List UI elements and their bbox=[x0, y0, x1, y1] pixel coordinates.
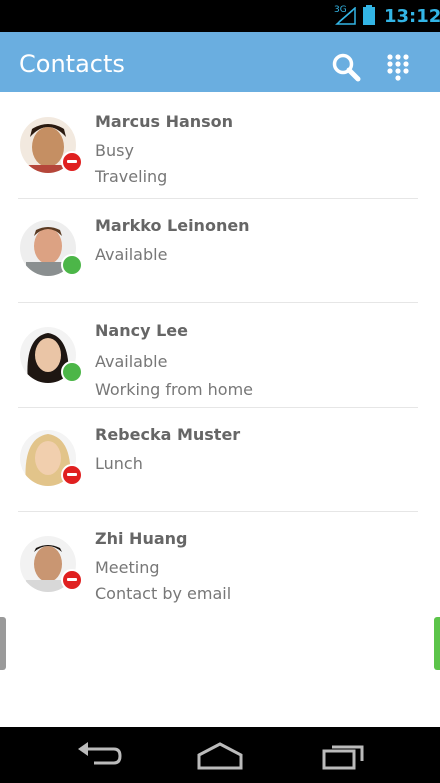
contact-status: Busy bbox=[95, 141, 134, 160]
home-icon[interactable] bbox=[196, 741, 244, 771]
search-icon[interactable] bbox=[331, 52, 361, 82]
contact-name: Markko Leinonen bbox=[95, 216, 250, 235]
contact-status: Lunch bbox=[95, 454, 143, 473]
signal-icon bbox=[335, 7, 356, 25]
contact-row[interactable]: Rebecka Muster Lunch bbox=[0, 408, 440, 512]
busy-status-icon bbox=[61, 464, 83, 486]
contact-row[interactable]: Zhi Huang Meeting Contact by email bbox=[0, 512, 440, 616]
navigation-bar bbox=[0, 727, 440, 783]
status-bar: 3G 13:12 bbox=[0, 0, 440, 32]
contact-status: Meeting bbox=[95, 558, 160, 577]
contact-row[interactable]: Marcus Hanson Busy Traveling bbox=[0, 95, 440, 199]
recents-icon[interactable] bbox=[320, 741, 366, 771]
contact-name: Zhi Huang bbox=[95, 529, 188, 548]
contact-name: Rebecka Muster bbox=[95, 425, 241, 444]
page-title: Contacts bbox=[19, 50, 125, 78]
contact-name: Nancy Lee bbox=[95, 321, 188, 340]
busy-status-icon bbox=[61, 569, 83, 591]
right-drawer-handle[interactable] bbox=[434, 617, 440, 670]
contact-row[interactable]: Markko Leinonen Available bbox=[0, 199, 440, 303]
dialpad-icon[interactable] bbox=[386, 53, 410, 81]
contact-name: Marcus Hanson bbox=[95, 112, 234, 131]
contact-status: Available bbox=[95, 352, 168, 371]
contact-note: Contact by email bbox=[95, 584, 232, 603]
contact-status: Available bbox=[95, 245, 168, 264]
contact-note: Traveling bbox=[95, 167, 168, 186]
battery-icon bbox=[363, 5, 375, 25]
available-status-icon bbox=[61, 254, 83, 276]
left-drawer-handle[interactable] bbox=[0, 617, 6, 670]
back-icon[interactable] bbox=[76, 741, 122, 771]
available-status-icon bbox=[61, 361, 83, 383]
busy-status-icon bbox=[61, 151, 83, 173]
clock: 13:12 bbox=[384, 6, 440, 27]
action-bar: Contacts bbox=[0, 32, 440, 92]
contact-note: Working from home bbox=[95, 380, 254, 399]
contact-list: Marcus Hanson Busy Traveling Markko Lein… bbox=[0, 95, 440, 616]
contact-row[interactable]: Nancy Lee Available Working from home bbox=[0, 303, 440, 408]
